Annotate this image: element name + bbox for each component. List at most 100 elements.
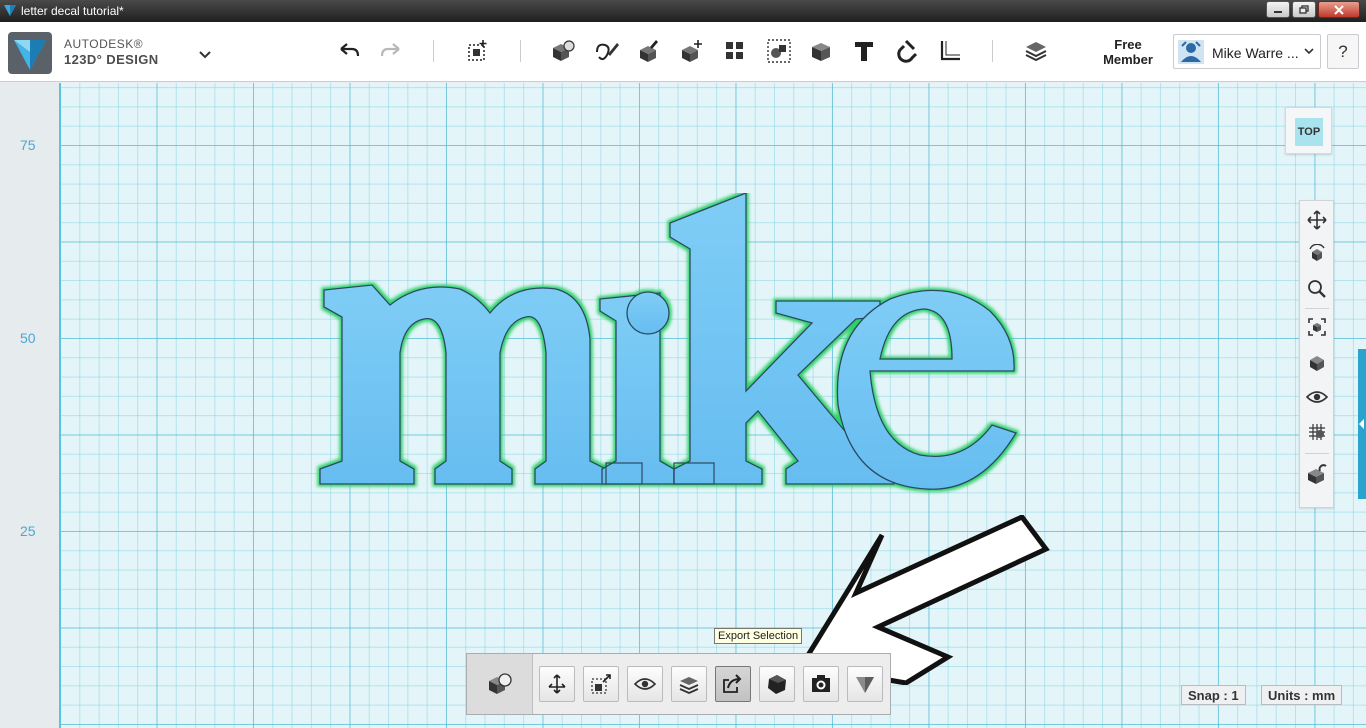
modify-button[interactable]	[677, 36, 707, 66]
ruler-label-25: 25	[20, 523, 36, 539]
orbit-button[interactable]	[1304, 241, 1330, 267]
fit-view-button[interactable]	[1304, 314, 1330, 340]
window-controls	[1266, 1, 1360, 18]
primitives-button[interactable]	[548, 36, 578, 66]
minimize-icon	[1274, 10, 1282, 13]
smart-scale-button[interactable]	[583, 666, 619, 702]
brand-line2: 123D° DESIGN	[64, 52, 159, 67]
collapse-arrow-icon	[1359, 419, 1364, 429]
letter-e[interactable]	[836, 289, 1017, 490]
redo-icon	[380, 43, 400, 57]
avatar	[1178, 40, 1204, 64]
pattern-icon	[726, 42, 743, 59]
nav-divider	[1305, 453, 1329, 454]
publish-button[interactable]	[847, 666, 883, 702]
letter-i-dot[interactable]	[626, 291, 670, 335]
selection-menu-button[interactable]	[467, 654, 533, 714]
visibility-button[interactable]	[1304, 384, 1330, 410]
app-logo-icon	[4, 5, 16, 16]
snap-cube-icon	[1308, 464, 1327, 484]
ruler-label-50: 50	[20, 330, 36, 346]
text-button[interactable]	[849, 36, 879, 66]
view-cube[interactable]: TOP	[1285, 107, 1332, 154]
material-button[interactable]	[671, 666, 707, 702]
toolbar-divider	[520, 40, 521, 62]
redo-button[interactable]	[376, 36, 406, 66]
sketch-pencil-icon	[596, 43, 619, 61]
export-selection-tooltip: Export Selection	[714, 628, 803, 644]
orbit-icon	[1309, 244, 1325, 261]
help-button[interactable]: ?	[1327, 34, 1359, 69]
zoom-button[interactable]	[1304, 276, 1330, 302]
primitives-icon	[553, 40, 575, 61]
combine-icon	[812, 43, 830, 61]
transform-tool-button[interactable]	[463, 36, 493, 66]
camera-box-icon	[812, 675, 830, 692]
snap-view-button[interactable]	[1304, 461, 1330, 487]
eye-icon	[634, 678, 656, 690]
export-icon	[723, 674, 742, 693]
restore-button[interactable]	[1292, 1, 1316, 18]
toolbar-divider	[433, 40, 434, 62]
restore-icon	[1299, 5, 1309, 14]
design-canvas[interactable]: 75 50 25 TOP Export Selection Snap: 1 U…	[0, 83, 1366, 728]
ruler-label-75: 75	[20, 137, 36, 153]
toolbar-divider	[992, 40, 993, 62]
grid-axis-line	[59, 83, 61, 728]
construct-icon	[640, 40, 658, 62]
chevron-down-icon	[1304, 48, 1314, 55]
grouping-icon	[767, 39, 791, 63]
minimize-button[interactable]	[1266, 1, 1290, 18]
autodesk-logo-icon	[856, 677, 874, 693]
solid-shape-icon	[768, 675, 786, 694]
perspective-button[interactable]	[1304, 349, 1330, 375]
grid-material-icon	[1309, 424, 1325, 440]
3d-print-button[interactable]	[759, 666, 795, 702]
modify-icon	[682, 40, 702, 62]
app-menu-logo-icon[interactable]	[8, 32, 52, 74]
pattern-button[interactable]	[720, 36, 750, 66]
undo-button[interactable]	[334, 36, 364, 66]
snap-button[interactable]	[892, 36, 922, 66]
brand-line1: AUTODESK®	[64, 37, 144, 51]
material-layers-icon	[1025, 42, 1047, 62]
letter-m[interactable]	[319, 284, 607, 485]
pan-icon	[1307, 210, 1327, 230]
move-icon	[548, 674, 566, 694]
material-visibility-button[interactable]	[1304, 419, 1330, 445]
sketch-button[interactable]	[592, 36, 622, 66]
grouping-button[interactable]	[764, 36, 794, 66]
main-toolbar: AUTODESK® 123D° DESIGN Free Member Mike …	[0, 22, 1366, 82]
perspective-icon	[1310, 356, 1324, 371]
material-layers-icon	[679, 677, 699, 694]
zoom-magnifier-icon	[1308, 280, 1326, 298]
shape-selection-icon	[488, 673, 512, 694]
close-icon	[1334, 4, 1344, 15]
hide-button[interactable]	[627, 666, 663, 702]
text-icon	[855, 42, 873, 61]
pan-button[interactable]	[1304, 207, 1330, 233]
snap-setting[interactable]: Snap : 1	[1181, 685, 1246, 705]
snap-magnet-icon	[897, 39, 918, 63]
construct-button[interactable]	[634, 36, 664, 66]
user-name: Mike Warre ...	[1212, 45, 1299, 61]
app-menu-chevron-down-icon[interactable]	[197, 47, 213, 61]
membership-status: Free Member	[1103, 37, 1153, 67]
close-button[interactable]	[1318, 1, 1360, 18]
measure-icon	[940, 41, 960, 61]
make-button[interactable]	[803, 666, 839, 702]
export-selection-button[interactable]	[715, 666, 751, 702]
view-cube-top-face[interactable]: TOP	[1295, 118, 1323, 146]
move-button[interactable]	[539, 666, 575, 702]
material-button[interactable]	[1021, 36, 1051, 66]
units-setting[interactable]: Units : mm	[1261, 685, 1343, 705]
brand-name: AUTODESK® 123D° DESIGN	[64, 37, 159, 67]
eye-icon	[1306, 391, 1328, 403]
measure-button[interactable]	[935, 36, 965, 66]
user-account-menu[interactable]: Mike Warre ...	[1173, 34, 1321, 69]
scale-icon	[591, 674, 611, 694]
mike-letter-model[interactable]	[300, 193, 1040, 513]
side-panel-toggle[interactable]	[1358, 349, 1366, 499]
combine-button[interactable]	[806, 36, 836, 66]
undo-icon	[340, 43, 360, 57]
